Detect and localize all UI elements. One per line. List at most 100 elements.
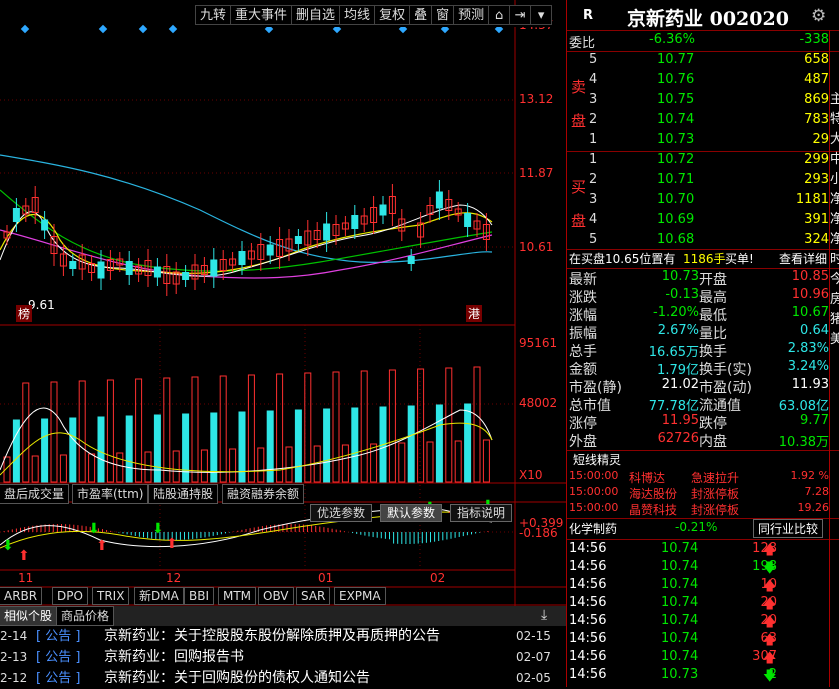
toolbar-remove-watch[interactable]: 删自选 <box>291 5 341 25</box>
tick-row: 14:56 10.74 20 🡅 <box>567 595 829 613</box>
quote-label: 跌停 <box>699 416 727 432</box>
order-book-row[interactable]: 2 10.71 293 <box>567 172 829 192</box>
wizard-stock: 晶赞科技 <box>629 503 678 517</box>
toolbar-overlay[interactable]: 叠 <box>409 5 433 25</box>
tab-obv[interactable]: OBV <box>258 587 294 605</box>
news-tag[interactable]: [ 公告 ] <box>36 647 80 668</box>
wizard-item[interactable]: 15:00:00 科博达 急速拉升 1.92 % <box>567 469 829 485</box>
tick-time: 14:56 <box>569 559 607 574</box>
volume-bar <box>97 416 105 483</box>
tick-time: 14:56 <box>569 667 607 682</box>
save-icon[interactable]: ⌂ <box>488 5 511 25</box>
tab-sar[interactable]: SAR <box>296 587 331 605</box>
flag-left[interactable]: 榜 <box>16 305 33 322</box>
news-title[interactable]: 京新药业：回购报告书 <box>104 647 244 668</box>
toolbar-jiuzhuan[interactable]: 九转 <box>195 5 232 25</box>
news-title[interactable]: 京新药业：关于回购股份的债权人通知公告 <box>104 668 370 689</box>
candle <box>125 251 133 285</box>
tab-bbi[interactable]: BBI <box>184 587 215 605</box>
wizard-item[interactable]: 15:00:00 晶赞科技 封涨停板 19.26 <box>567 501 829 517</box>
quote-row: 总手 16.65万 换手 2.83% <box>567 341 829 360</box>
wizard-event: 封涨停板 <box>691 487 740 501</box>
order-book-row[interactable]: 1 10.72 299 <box>567 152 829 172</box>
tab-dpo[interactable]: DPO <box>52 587 88 605</box>
tab-arbr[interactable]: ARBR <box>0 587 43 605</box>
peer-compare-button[interactable]: 同行业比较 <box>753 519 824 538</box>
wizard-title[interactable]: 短线精灵 <box>573 451 621 468</box>
optimal-params-button[interactable]: 优选参数 <box>310 504 373 522</box>
candle <box>247 243 255 267</box>
level: 3 <box>589 92 598 107</box>
order-book-row[interactable]: 2 10.74 783 <box>567 112 829 132</box>
volume: 324 <box>804 232 829 247</box>
weibi-label: 委比 <box>569 36 596 51</box>
quote-value: 21.02 <box>661 377 699 392</box>
tick-row: 14:56 10.74 63 🡅 <box>567 631 829 649</box>
volume-bar <box>41 418 49 483</box>
tick-price: 10.74 <box>661 577 699 592</box>
volume-bar <box>332 371 340 483</box>
news-item[interactable]: 2-13 [ 公告 ] 京新药业：回购报告书 02-07 <box>0 647 566 668</box>
toolbar-adjust[interactable]: 复权 <box>374 5 411 25</box>
candle <box>388 184 396 226</box>
weibi-pct: -6.36% <box>649 32 695 47</box>
tab-after-hours-vol[interactable]: 盘后成交量 <box>0 484 70 504</box>
volume-bar <box>12 419 20 483</box>
candle <box>210 248 218 288</box>
tab-mtm[interactable]: MTM <box>218 587 257 605</box>
order-book-row[interactable]: 3 10.70 1181 <box>567 192 829 212</box>
order-book-row[interactable]: 5 10.77 658 <box>567 52 829 72</box>
toolbar-window[interactable]: 窗 <box>431 5 455 25</box>
toolbar-major-events[interactable]: 重大事件 <box>230 5 293 25</box>
gear-icon[interactable]: ⚙ <box>811 6 826 26</box>
tab-pe-ttm[interactable]: 市盈率(ttm) <box>72 484 149 504</box>
news-item[interactable]: 2-14 [ 公告 ] 京新药业：关于控股股东股份解除质押及再质押的公告 02-15 <box>0 626 566 647</box>
toolbar-ma[interactable]: 均线 <box>339 5 376 25</box>
default-params-button[interactable]: 默认参数 <box>380 504 443 522</box>
edge-char: 今 <box>830 270 839 290</box>
tick-price: 10.74 <box>661 649 699 664</box>
tab-new-dma[interactable]: 新DMA <box>134 587 184 605</box>
alert-text: 在买盘10.65位置有 <box>569 252 676 266</box>
indicator-help-button[interactable]: 指标说明 <box>450 504 513 522</box>
quote-value: 63.08亿 <box>778 399 829 414</box>
quote-label: 外盘 <box>569 434 597 450</box>
news-title[interactable]: 京新药业：关于控股股东股份解除质押及再质押的公告 <box>104 626 440 647</box>
ma-line-cyan <box>0 154 493 263</box>
volume-unit: X10 <box>519 468 543 482</box>
tab-commodity-prices[interactable]: 商品价格 <box>56 606 115 626</box>
tab-margin[interactable]: 融资融券余额 <box>222 484 305 504</box>
tick-price: 10.74 <box>661 559 699 574</box>
tick-price: 10.74 <box>661 631 699 646</box>
volume: 869 <box>804 92 829 107</box>
tab-expma[interactable]: EXPMA <box>334 587 386 605</box>
quote-row: 市盈(静) 21.02 市盈(动) 11.93 <box>567 377 829 396</box>
view-detail-link[interactable]: 查看详细 <box>779 250 827 267</box>
order-book-row[interactable]: 1 10.73 29 <box>567 132 829 152</box>
news-tag[interactable]: [ 公告 ] <box>36 626 80 647</box>
quote-row: 外盘 62726 内盘 10.38万 <box>567 431 829 450</box>
candle <box>294 229 302 251</box>
news-item[interactable]: 2-12 [ 公告 ] 京新药业：关于回购股份的债权人通知公告 02-05 <box>0 668 566 689</box>
flag-right[interactable]: 港 <box>466 305 483 322</box>
news-tag[interactable]: [ 公告 ] <box>36 668 80 689</box>
macd-tick: -0.186 <box>519 526 558 540</box>
edge-char: 美 <box>830 330 839 350</box>
volume-bar <box>323 408 331 483</box>
dropdown-icon[interactable]: ▾ <box>530 5 553 25</box>
tab-similar-stocks[interactable]: 相似个股 <box>0 606 58 626</box>
indicator-bottom-tabs: ARBR DPO TRIX 新DMA BBI MTM OBV SAR EXPMA <box>0 587 566 605</box>
toolbar-forecast[interactable]: 预测 <box>453 5 490 25</box>
order-book-row[interactable]: 4 10.69 391 <box>567 212 829 232</box>
sector-name[interactable]: 化学制药 <box>569 520 617 537</box>
volume-bar <box>229 448 237 483</box>
tab-trix[interactable]: TRIX <box>92 587 130 605</box>
wizard-stock: 科博达 <box>629 471 666 485</box>
tick-price: 10.74 <box>661 541 699 556</box>
expand-icon[interactable]: ⇥ <box>509 5 532 25</box>
order-book-row[interactable]: 4 10.76 487 <box>567 72 829 92</box>
wizard-item[interactable]: 15:00:00 海达股份 封涨停板 7.28 <box>567 485 829 501</box>
download-icon[interactable]: ⤓ <box>541 607 547 623</box>
tab-hk-connect[interactable]: 陆股通持股 <box>148 484 219 504</box>
order-book-row[interactable]: 3 10.75 869 <box>567 92 829 112</box>
